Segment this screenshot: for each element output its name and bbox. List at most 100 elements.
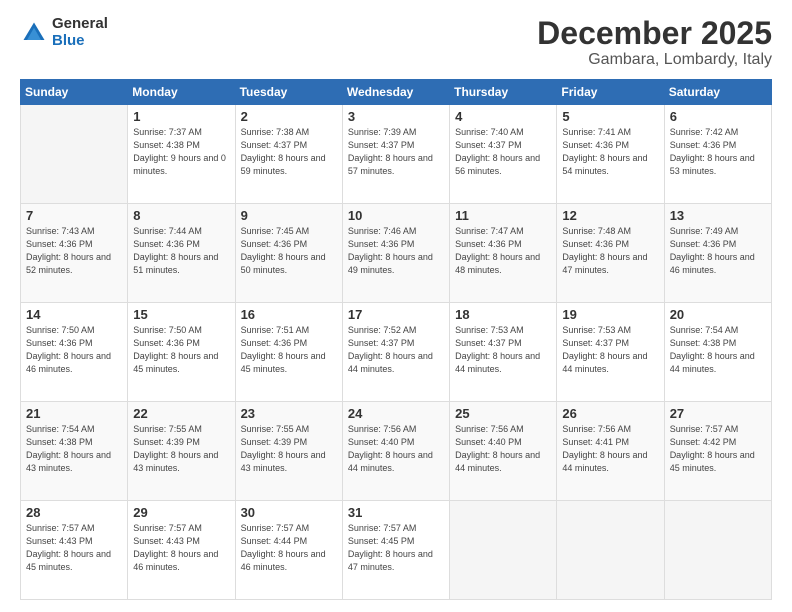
calendar-week-row: 7 Sunrise: 7:43 AM Sunset: 4:36 PM Dayli… (21, 204, 772, 303)
calendar-day-cell: 23 Sunrise: 7:55 AM Sunset: 4:39 PM Dayl… (235, 402, 342, 501)
calendar-day-cell: 14 Sunrise: 7:50 AM Sunset: 4:36 PM Dayl… (21, 303, 128, 402)
day-number: 19 (562, 307, 658, 322)
calendar-day-cell: 27 Sunrise: 7:57 AM Sunset: 4:42 PM Dayl… (664, 402, 771, 501)
col-tuesday: Tuesday (235, 80, 342, 105)
col-thursday: Thursday (450, 80, 557, 105)
col-saturday: Saturday (664, 80, 771, 105)
day-detail: Sunrise: 7:37 AM Sunset: 4:38 PM Dayligh… (133, 126, 229, 178)
calendar-day-cell: 17 Sunrise: 7:52 AM Sunset: 4:37 PM Dayl… (342, 303, 449, 402)
day-number: 2 (241, 109, 337, 124)
calendar-day-cell: 7 Sunrise: 7:43 AM Sunset: 4:36 PM Dayli… (21, 204, 128, 303)
day-detail: Sunrise: 7:48 AM Sunset: 4:36 PM Dayligh… (562, 225, 658, 277)
day-number: 8 (133, 208, 229, 223)
logo-icon (20, 19, 48, 47)
calendar-day-cell: 29 Sunrise: 7:57 AM Sunset: 4:43 PM Dayl… (128, 501, 235, 600)
day-detail: Sunrise: 7:50 AM Sunset: 4:36 PM Dayligh… (26, 324, 122, 376)
day-number: 10 (348, 208, 444, 223)
day-number: 15 (133, 307, 229, 322)
day-number: 13 (670, 208, 766, 223)
day-detail: Sunrise: 7:51 AM Sunset: 4:36 PM Dayligh… (241, 324, 337, 376)
calendar-day-cell: 4 Sunrise: 7:40 AM Sunset: 4:37 PM Dayli… (450, 105, 557, 204)
calendar-title: December 2025 (537, 16, 772, 51)
day-detail: Sunrise: 7:53 AM Sunset: 4:37 PM Dayligh… (455, 324, 551, 376)
day-detail: Sunrise: 7:55 AM Sunset: 4:39 PM Dayligh… (133, 423, 229, 475)
day-number: 20 (670, 307, 766, 322)
calendar-week-row: 1 Sunrise: 7:37 AM Sunset: 4:38 PM Dayli… (21, 105, 772, 204)
day-number: 30 (241, 505, 337, 520)
day-detail: Sunrise: 7:57 AM Sunset: 4:44 PM Dayligh… (241, 522, 337, 574)
day-detail: Sunrise: 7:38 AM Sunset: 4:37 PM Dayligh… (241, 126, 337, 178)
calendar-week-row: 21 Sunrise: 7:54 AM Sunset: 4:38 PM Dayl… (21, 402, 772, 501)
day-number: 17 (348, 307, 444, 322)
day-number: 26 (562, 406, 658, 421)
calendar-day-cell: 26 Sunrise: 7:56 AM Sunset: 4:41 PM Dayl… (557, 402, 664, 501)
day-detail: Sunrise: 7:49 AM Sunset: 4:36 PM Dayligh… (670, 225, 766, 277)
logo: General Blue (20, 16, 108, 49)
day-detail: Sunrise: 7:47 AM Sunset: 4:36 PM Dayligh… (455, 225, 551, 277)
day-detail: Sunrise: 7:52 AM Sunset: 4:37 PM Dayligh… (348, 324, 444, 376)
day-detail: Sunrise: 7:54 AM Sunset: 4:38 PM Dayligh… (26, 423, 122, 475)
calendar-day-cell: 9 Sunrise: 7:45 AM Sunset: 4:36 PM Dayli… (235, 204, 342, 303)
day-number: 22 (133, 406, 229, 421)
day-detail: Sunrise: 7:40 AM Sunset: 4:37 PM Dayligh… (455, 126, 551, 178)
calendar-day-cell (664, 501, 771, 600)
calendar-day-cell: 25 Sunrise: 7:56 AM Sunset: 4:40 PM Dayl… (450, 402, 557, 501)
calendar-day-cell: 28 Sunrise: 7:57 AM Sunset: 4:43 PM Dayl… (21, 501, 128, 600)
day-detail: Sunrise: 7:57 AM Sunset: 4:43 PM Dayligh… (133, 522, 229, 574)
day-number: 24 (348, 406, 444, 421)
day-detail: Sunrise: 7:54 AM Sunset: 4:38 PM Dayligh… (670, 324, 766, 376)
day-detail: Sunrise: 7:41 AM Sunset: 4:36 PM Dayligh… (562, 126, 658, 178)
day-detail: Sunrise: 7:56 AM Sunset: 4:41 PM Dayligh… (562, 423, 658, 475)
calendar-day-cell (450, 501, 557, 600)
day-number: 21 (26, 406, 122, 421)
calendar-day-cell: 6 Sunrise: 7:42 AM Sunset: 4:36 PM Dayli… (664, 105, 771, 204)
calendar-day-cell: 21 Sunrise: 7:54 AM Sunset: 4:38 PM Dayl… (21, 402, 128, 501)
calendar-day-cell: 13 Sunrise: 7:49 AM Sunset: 4:36 PM Dayl… (664, 204, 771, 303)
day-number: 4 (455, 109, 551, 124)
calendar-day-cell: 20 Sunrise: 7:54 AM Sunset: 4:38 PM Dayl… (664, 303, 771, 402)
day-detail: Sunrise: 7:53 AM Sunset: 4:37 PM Dayligh… (562, 324, 658, 376)
day-number: 9 (241, 208, 337, 223)
calendar-day-cell: 16 Sunrise: 7:51 AM Sunset: 4:36 PM Dayl… (235, 303, 342, 402)
day-detail: Sunrise: 7:57 AM Sunset: 4:43 PM Dayligh… (26, 522, 122, 574)
calendar-day-cell: 1 Sunrise: 7:37 AM Sunset: 4:38 PM Dayli… (128, 105, 235, 204)
day-number: 14 (26, 307, 122, 322)
calendar-day-cell: 30 Sunrise: 7:57 AM Sunset: 4:44 PM Dayl… (235, 501, 342, 600)
day-number: 18 (455, 307, 551, 322)
calendar-day-cell: 24 Sunrise: 7:56 AM Sunset: 4:40 PM Dayl… (342, 402, 449, 501)
calendar-day-cell: 5 Sunrise: 7:41 AM Sunset: 4:36 PM Dayli… (557, 105, 664, 204)
day-number: 1 (133, 109, 229, 124)
day-detail: Sunrise: 7:39 AM Sunset: 4:37 PM Dayligh… (348, 126, 444, 178)
calendar-day-cell: 11 Sunrise: 7:47 AM Sunset: 4:36 PM Dayl… (450, 204, 557, 303)
day-number: 27 (670, 406, 766, 421)
calendar-header-row: Sunday Monday Tuesday Wednesday Thursday… (21, 80, 772, 105)
day-number: 6 (670, 109, 766, 124)
logo-general-text: General (52, 16, 108, 33)
calendar-week-row: 28 Sunrise: 7:57 AM Sunset: 4:43 PM Dayl… (21, 501, 772, 600)
day-detail: Sunrise: 7:43 AM Sunset: 4:36 PM Dayligh… (26, 225, 122, 277)
day-detail: Sunrise: 7:55 AM Sunset: 4:39 PM Dayligh… (241, 423, 337, 475)
day-number: 12 (562, 208, 658, 223)
day-detail: Sunrise: 7:42 AM Sunset: 4:36 PM Dayligh… (670, 126, 766, 178)
col-wednesday: Wednesday (342, 80, 449, 105)
day-detail: Sunrise: 7:57 AM Sunset: 4:42 PM Dayligh… (670, 423, 766, 475)
day-number: 29 (133, 505, 229, 520)
calendar-location: Gambara, Lombardy, Italy (537, 51, 772, 69)
logo-blue-text: Blue (52, 33, 108, 50)
page: General Blue December 2025 Gambara, Lomb… (0, 0, 792, 612)
day-detail: Sunrise: 7:56 AM Sunset: 4:40 PM Dayligh… (348, 423, 444, 475)
calendar-day-cell (557, 501, 664, 600)
day-detail: Sunrise: 7:57 AM Sunset: 4:45 PM Dayligh… (348, 522, 444, 574)
calendar-day-cell: 12 Sunrise: 7:48 AM Sunset: 4:36 PM Dayl… (557, 204, 664, 303)
calendar-day-cell: 2 Sunrise: 7:38 AM Sunset: 4:37 PM Dayli… (235, 105, 342, 204)
day-detail: Sunrise: 7:46 AM Sunset: 4:36 PM Dayligh… (348, 225, 444, 277)
calendar-day-cell (21, 105, 128, 204)
day-detail: Sunrise: 7:50 AM Sunset: 4:36 PM Dayligh… (133, 324, 229, 376)
calendar-day-cell: 10 Sunrise: 7:46 AM Sunset: 4:36 PM Dayl… (342, 204, 449, 303)
calendar-table: Sunday Monday Tuesday Wednesday Thursday… (20, 79, 772, 600)
day-number: 16 (241, 307, 337, 322)
day-detail: Sunrise: 7:45 AM Sunset: 4:36 PM Dayligh… (241, 225, 337, 277)
calendar-day-cell: 8 Sunrise: 7:44 AM Sunset: 4:36 PM Dayli… (128, 204, 235, 303)
day-number: 28 (26, 505, 122, 520)
day-detail: Sunrise: 7:56 AM Sunset: 4:40 PM Dayligh… (455, 423, 551, 475)
